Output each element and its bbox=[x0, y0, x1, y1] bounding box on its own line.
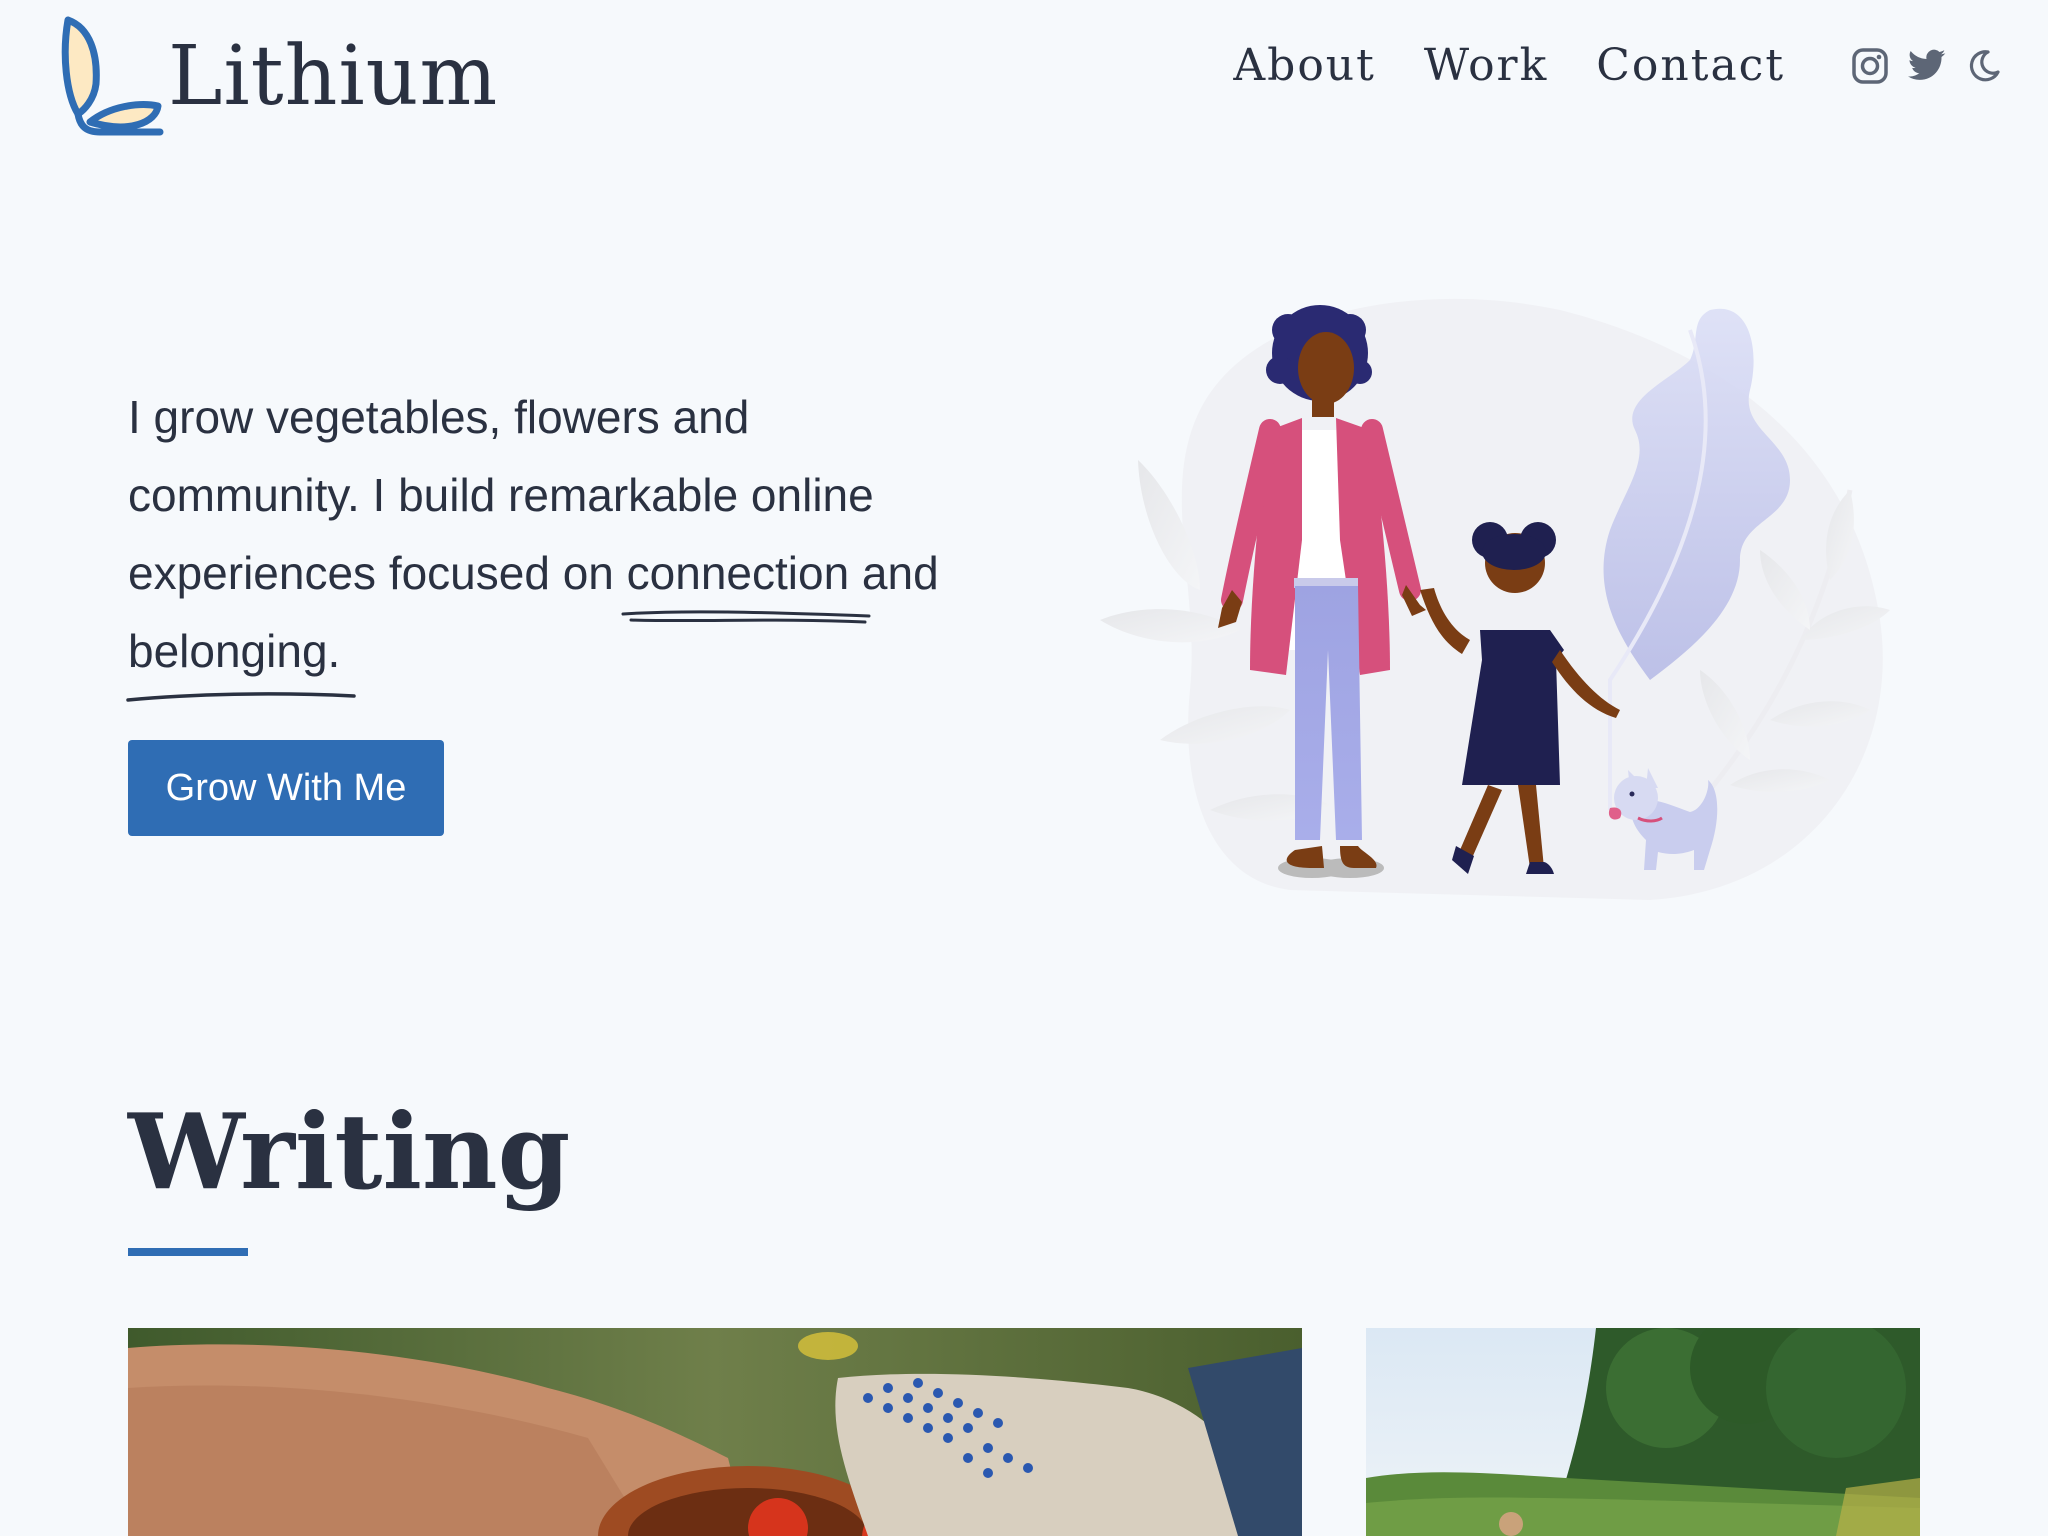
section-title-underline bbox=[128, 1248, 248, 1256]
logo-icon bbox=[61, 16, 164, 136]
site-name: Lithium bbox=[168, 29, 499, 124]
scribble-underline bbox=[126, 692, 356, 702]
writing-card-tomatoes[interactable] bbox=[128, 1328, 1302, 1536]
highlight-belonging-text: belonging bbox=[128, 625, 328, 677]
nav-contact[interactable]: Contact bbox=[1596, 40, 1785, 91]
social-icons bbox=[1833, 46, 2004, 86]
grow-with-me-button[interactable]: Grow With Me bbox=[128, 740, 444, 836]
scribble-underline bbox=[621, 610, 871, 624]
nav-work[interactable]: Work bbox=[1424, 40, 1548, 91]
hero-text-part: . bbox=[327, 625, 341, 677]
dark-mode-toggle-moon-icon[interactable] bbox=[1964, 46, 2004, 86]
family-walking-dog-illustration bbox=[1100, 298, 1890, 900]
hero-intro: I grow vegetables, flowers and community… bbox=[126, 378, 948, 702]
logo-link[interactable]: Lithium bbox=[60, 14, 498, 136]
nav-about[interactable]: About bbox=[1233, 40, 1375, 91]
hands-holding-bowl-of-tomatoes-photo bbox=[128, 1328, 1302, 1536]
twitter-icon[interactable] bbox=[1907, 46, 1947, 86]
site-header: Lithium About Work Contact bbox=[0, 0, 2048, 150]
highlight-connection: connection bbox=[621, 534, 871, 624]
hero-text-part: and bbox=[849, 547, 939, 599]
main-nav: About Work Contact bbox=[1233, 40, 2048, 91]
green-field-and-trees-photo bbox=[1366, 1328, 1920, 1536]
section-title-writing: Writing bbox=[128, 1090, 571, 1213]
writing-card-field[interactable] bbox=[1366, 1328, 1920, 1536]
highlight-belonging: belonging bbox=[126, 612, 356, 702]
instagram-icon[interactable] bbox=[1850, 46, 1890, 86]
highlight-connection-text: connection bbox=[626, 547, 850, 599]
